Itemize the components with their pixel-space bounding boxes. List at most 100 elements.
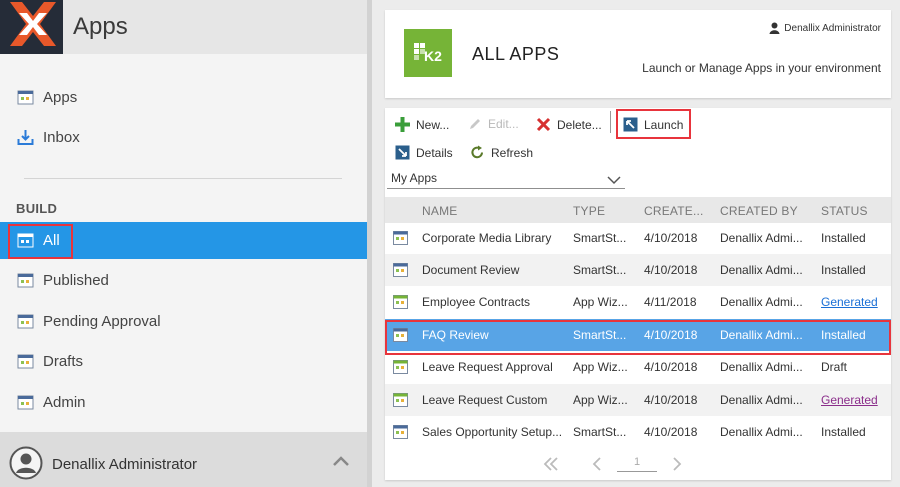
previous-page-icon[interactable] bbox=[588, 455, 606, 473]
section-label-build: BUILD bbox=[16, 201, 58, 216]
next-page-icon[interactable] bbox=[668, 455, 686, 473]
cell-name: Sales Opportunity Setup... bbox=[422, 425, 563, 439]
app-icon bbox=[17, 353, 34, 370]
table-row[interactable]: Document Review SmartSt... 4/10/2018 Den… bbox=[385, 254, 891, 286]
x-logo-icon bbox=[0, 0, 63, 54]
first-page-icon[interactable] bbox=[542, 455, 560, 473]
cell-name: Leave Request Custom bbox=[422, 393, 548, 407]
page-number-input[interactable]: 1 bbox=[617, 456, 657, 472]
nav-item-pending-approval[interactable]: Pending Approval bbox=[0, 303, 367, 340]
column-header-status[interactable]: STATUS bbox=[821, 204, 868, 218]
delete-x-icon bbox=[536, 117, 551, 132]
k2-logo: K2 bbox=[404, 29, 452, 77]
highlight-box-all bbox=[8, 224, 73, 259]
table-row[interactable]: Leave Request Approval App Wiz... 4/10/2… bbox=[385, 351, 891, 383]
cell-type: App Wiz... bbox=[573, 360, 628, 374]
dropdown-value: My Apps bbox=[391, 171, 438, 185]
sidebar: Apps Apps Inbox BUILD All Published Pend… bbox=[0, 0, 367, 487]
cell-type: App Wiz... bbox=[573, 295, 628, 309]
cell-type: SmartSt... bbox=[573, 231, 627, 245]
table-row[interactable]: Leave Request Custom App Wiz... 4/10/201… bbox=[385, 384, 891, 416]
app-wizard-icon bbox=[393, 295, 408, 309]
cell-created: 4/10/2018 bbox=[644, 360, 698, 374]
column-header-type[interactable]: TYPE bbox=[573, 204, 605, 218]
app-title: Apps bbox=[63, 0, 367, 54]
table-header: NAME TYPE CREATE... CREATED BY STATUS bbox=[385, 197, 891, 223]
cell-created: 4/11/2018 bbox=[644, 295, 697, 309]
app-icon bbox=[17, 313, 34, 330]
user-bar[interactable]: Denallix Administrator bbox=[0, 432, 367, 487]
refresh-button-label: Refresh bbox=[491, 145, 534, 160]
nav-item-label: Published bbox=[43, 272, 109, 289]
new-button-label: New... bbox=[416, 117, 450, 132]
nav-item-label: Drafts bbox=[43, 353, 84, 370]
cell-created-by: Denallix Admi... bbox=[720, 425, 803, 439]
app-icon bbox=[17, 89, 34, 106]
column-header-created-by[interactable]: CREATED BY bbox=[720, 204, 798, 218]
highlight-box-faq-review bbox=[385, 320, 891, 355]
user-name: Denallix Administrator bbox=[52, 456, 198, 473]
status-link[interactable]: Generated bbox=[821, 295, 878, 309]
pager: 1 bbox=[385, 451, 891, 477]
nav-item-label: Admin bbox=[43, 394, 86, 411]
refresh-button[interactable]: Refresh bbox=[470, 145, 533, 160]
nav-item-published[interactable]: Published bbox=[0, 262, 367, 299]
header-user[interactable]: Denallix Administrator bbox=[769, 22, 881, 34]
sidebar-edge bbox=[367, 0, 372, 487]
apps-filter-dropdown[interactable]: My Apps bbox=[387, 169, 625, 189]
cell-created-by: Denallix Admi... bbox=[720, 231, 803, 245]
cell-created: 4/10/2018 bbox=[644, 231, 698, 245]
app-icon bbox=[393, 425, 408, 439]
table-row[interactable]: Corporate Media Library SmartSt... 4/10/… bbox=[385, 222, 891, 254]
cell-name: Document Review bbox=[422, 263, 520, 277]
cell-name: Leave Request Approval bbox=[422, 360, 553, 374]
header-card: K2 ALL APPS Denallix Administrator Launc… bbox=[385, 10, 891, 98]
details-icon bbox=[395, 145, 410, 160]
apps-list-card: New... Edit... Delete... Launch Details … bbox=[385, 108, 891, 480]
chevron-down-icon bbox=[607, 172, 621, 185]
cell-created-by: Denallix Admi... bbox=[720, 393, 803, 407]
cell-created: 4/10/2018 bbox=[644, 425, 698, 439]
app-icon bbox=[393, 231, 408, 245]
app-wizard-icon bbox=[393, 393, 408, 407]
delete-button-label: Delete... bbox=[557, 117, 602, 132]
column-header-created[interactable]: CREATE... bbox=[644, 204, 704, 218]
brand-logo[interactable] bbox=[0, 0, 63, 54]
app-wizard-icon bbox=[393, 360, 408, 374]
details-button[interactable]: Details bbox=[395, 145, 453, 160]
nav-item-admin[interactable]: Admin bbox=[0, 384, 367, 421]
table-row[interactable]: Sales Opportunity Setup... SmartSt... 4/… bbox=[385, 416, 891, 448]
cell-created-by: Denallix Admi... bbox=[720, 263, 803, 277]
column-header-name[interactable]: NAME bbox=[422, 204, 457, 218]
delete-button[interactable]: Delete... bbox=[536, 117, 602, 132]
refresh-icon bbox=[471, 145, 483, 159]
details-button-label: Details bbox=[416, 145, 453, 160]
plus-icon bbox=[395, 117, 410, 132]
cell-type: App Wiz... bbox=[573, 393, 628, 407]
cell-status: Installed bbox=[821, 263, 866, 277]
cell-name: Employee Contracts bbox=[422, 295, 531, 309]
status-link[interactable]: Generated bbox=[821, 393, 878, 407]
new-button[interactable]: New... bbox=[395, 117, 449, 132]
avatar-icon bbox=[9, 446, 43, 480]
edit-button[interactable]: Edit... bbox=[468, 117, 519, 131]
highlight-box-launch bbox=[616, 109, 691, 139]
nav-item-label: Apps bbox=[43, 89, 78, 106]
pencil-icon bbox=[470, 119, 480, 129]
user-icon bbox=[769, 22, 780, 34]
inbox-icon bbox=[17, 129, 34, 146]
nav-item-label: Inbox bbox=[43, 129, 80, 146]
page-subtitle: Launch or Manage Apps in your environmen… bbox=[642, 61, 881, 75]
cell-name: Corporate Media Library bbox=[422, 231, 552, 245]
cell-created: 4/10/2018 bbox=[644, 393, 698, 407]
nav-item-drafts[interactable]: Drafts bbox=[0, 343, 367, 380]
cell-created-by: Denallix Admi... bbox=[720, 360, 803, 374]
k2-logo-text: K2 bbox=[424, 48, 442, 64]
cell-status: Draft bbox=[821, 360, 848, 374]
nav-item-label: Pending Approval bbox=[43, 313, 161, 330]
nav-item-apps[interactable]: Apps bbox=[0, 79, 367, 116]
nav-item-inbox[interactable]: Inbox bbox=[0, 119, 367, 156]
header-user-name: Denallix Administrator bbox=[784, 22, 881, 34]
table-row[interactable]: Employee Contracts App Wiz... 4/11/2018 … bbox=[385, 286, 891, 318]
chevron-up-icon[interactable] bbox=[331, 454, 351, 468]
